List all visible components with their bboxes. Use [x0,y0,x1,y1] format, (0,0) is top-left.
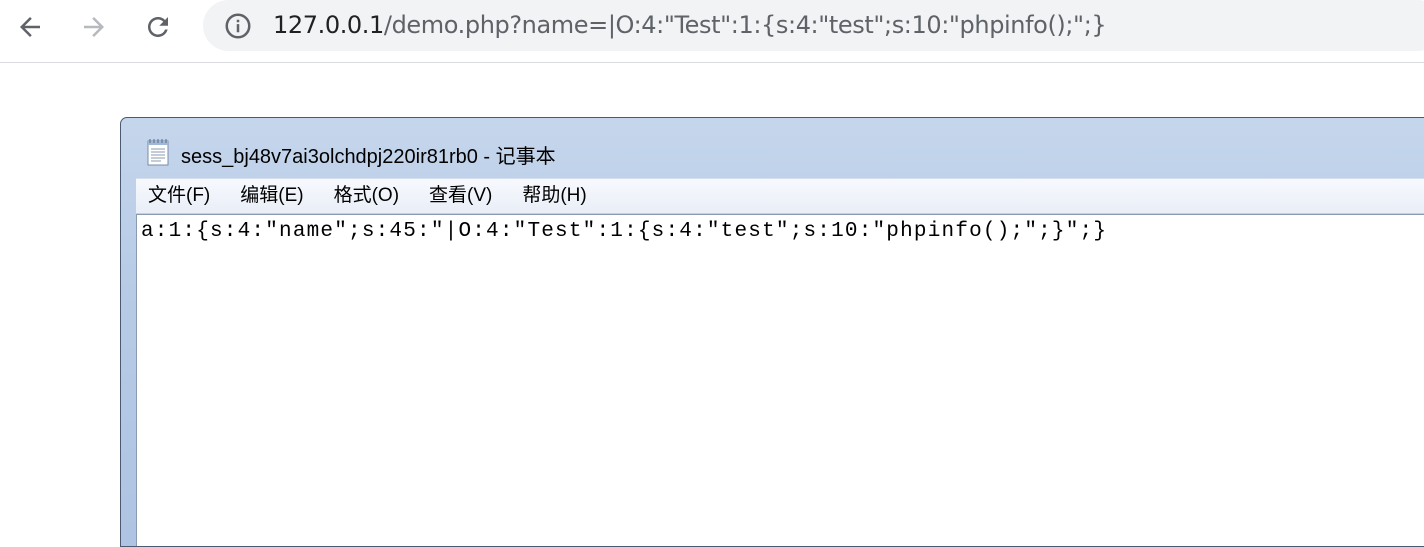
notepad-icon [147,139,169,166]
info-icon[interactable] [223,11,253,41]
browser-toolbar: 127.0.0.1/demo.php?name=|O:4:"Test":1:{s… [0,0,1424,63]
menu-format[interactable]: 格式(O) [322,179,411,213]
back-button[interactable] [10,7,50,47]
text-editor[interactable]: a:1:{s:4:"name";s:45:"|O:4:"Test":1:{s:4… [136,214,1424,546]
title-bar[interactable]: sess_bj48v7ai3olchdpj220ir81rb0 - 记事本 [121,118,1424,178]
menu-help[interactable]: 帮助(H) [510,179,598,213]
window-title: sess_bj48v7ai3olchdpj220ir81rb0 - 记事本 [181,146,556,168]
menu-edit[interactable]: 编辑(E) [228,179,315,213]
reload-icon [148,17,168,37]
forward-button[interactable] [74,7,114,47]
menu-bar: 文件(F) 编辑(E) 格式(O) 查看(V) 帮助(H) [136,178,1424,214]
reload-button[interactable] [138,7,178,47]
notepad-window: sess_bj48v7ai3olchdpj220ir81rb0 - 记事本 文件… [120,117,1424,547]
menu-file[interactable]: 文件(F) [136,179,222,213]
editor-content: a:1:{s:4:"name";s:45:"|O:4:"Test":1:{s:4… [141,220,1108,243]
url-host: 127.0.0.1 [273,11,384,39]
address-bar[interactable]: 127.0.0.1/demo.php?name=|O:4:"Test":1:{s… [203,0,1424,51]
menu-view[interactable]: 查看(V) [417,179,504,213]
arrow-right-icon [84,17,104,37]
url-path: /demo.php?name=|O:4:"Test":1:{s:4:"test"… [383,11,1107,39]
arrow-left-icon [20,17,40,37]
url-text[interactable]: 127.0.0.1/demo.php?name=|O:4:"Test":1:{s… [273,8,1107,42]
